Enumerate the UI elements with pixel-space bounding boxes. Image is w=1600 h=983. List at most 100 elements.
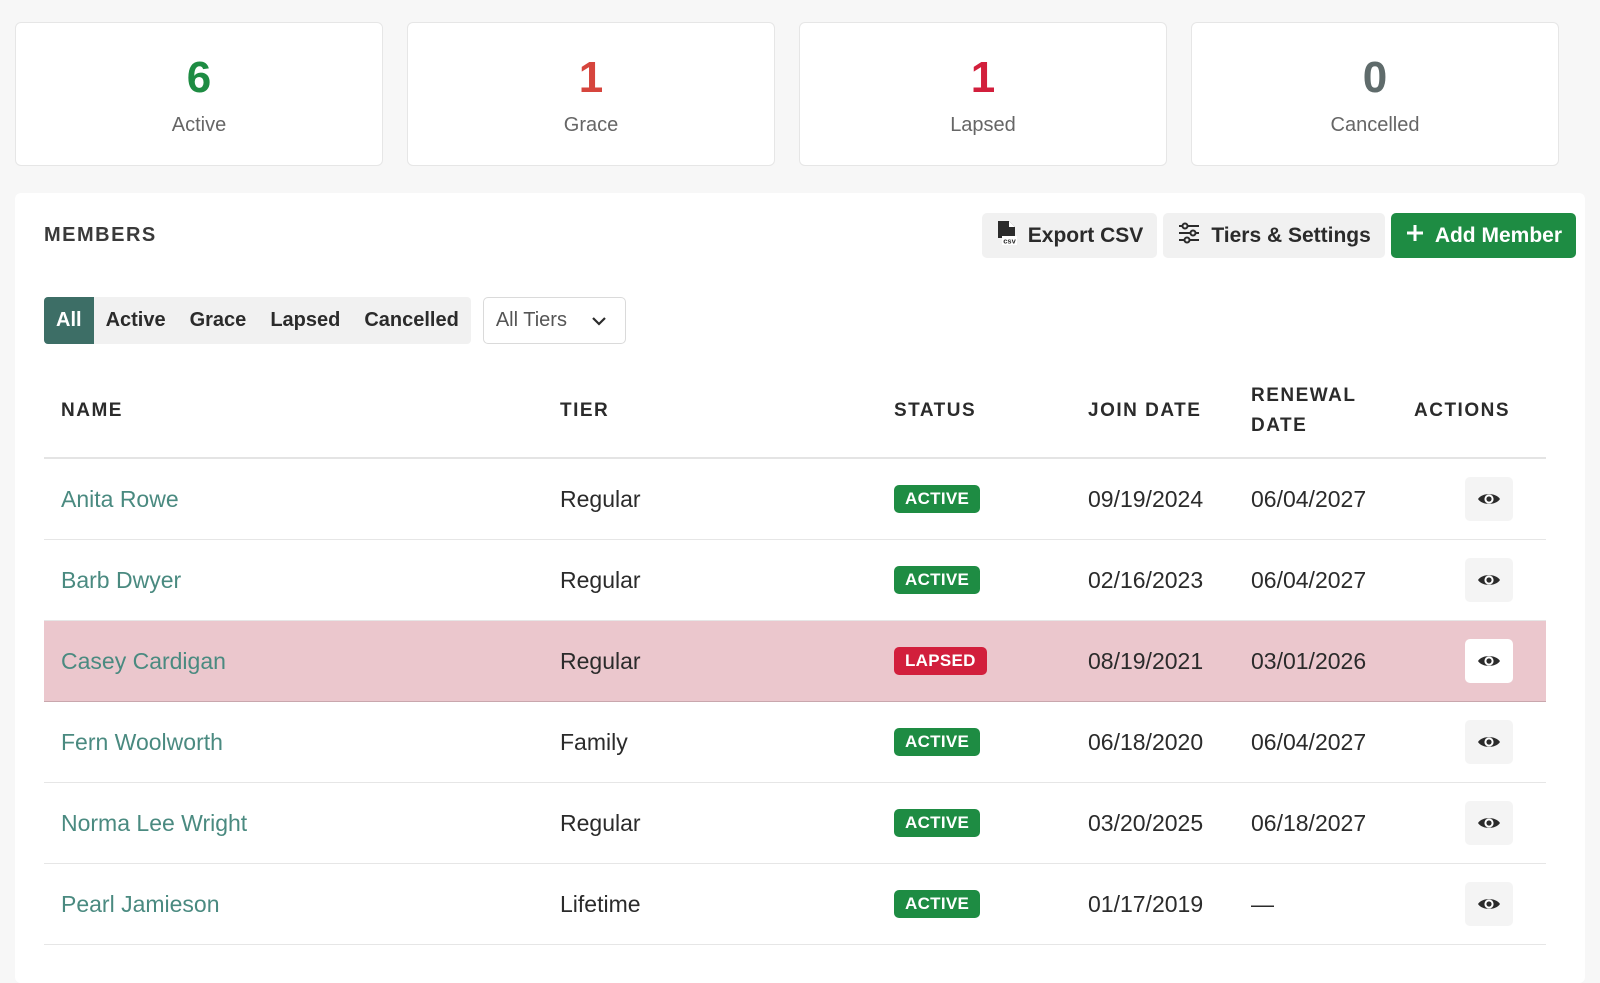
actions-cell — [1465, 783, 1513, 863]
member-tier: Lifetime — [560, 890, 641, 917]
panel-title: MEMBERS — [44, 224, 157, 246]
svg-text:csv: csv — [1003, 236, 1016, 245]
col-join-date[interactable]: JOIN DATE — [1088, 363, 1201, 459]
member-name-link[interactable]: Casey Cardigan — [61, 621, 226, 701]
tier-select-value: All Tiers — [495, 309, 567, 331]
stat-value-cancelled: 0 — [1362, 52, 1388, 102]
stat-label-cancelled: Cancelled — [1330, 113, 1420, 136]
renewal-date: 06/18/2027 — [1251, 809, 1367, 836]
status-badge: ACTIVE — [894, 728, 981, 756]
stat-label-active: Active — [171, 113, 227, 136]
tiers-settings-label: Tiers & Settings — [1211, 223, 1371, 247]
tab-all[interactable]: All — [44, 297, 94, 344]
tab-cancelled[interactable]: Cancelled — [352, 297, 470, 344]
table-body: Anita Rowe Regular ACTIVE 09/19/2024 06/… — [44, 459, 1546, 945]
col-status[interactable]: STATUS — [894, 363, 976, 459]
eye-icon — [1477, 567, 1501, 594]
panel-header: MEMBERS csv Export CSV Tiers & Settings … — [44, 213, 1576, 258]
members-table: NAME TIER STATUS JOIN DATE RENEWAL DATE … — [44, 363, 1546, 945]
join-date: 08/19/2021 — [1088, 647, 1204, 674]
tiers-settings-button[interactable]: Tiers & Settings — [1163, 213, 1385, 258]
table-row[interactable]: Fern Woolworth Family ACTIVE 06/18/2020 … — [44, 702, 1546, 783]
eye-icon — [1477, 729, 1501, 756]
member-tier: Regular — [560, 809, 641, 836]
table-header: NAME TIER STATUS JOIN DATE RENEWAL DATE … — [44, 363, 1546, 459]
member-name-link[interactable]: Anita Rowe — [61, 459, 179, 539]
col-tier[interactable]: TIER — [560, 363, 609, 459]
stat-label-grace: Grace — [563, 113, 619, 136]
view-member-button[interactable] — [1465, 639, 1513, 683]
actions-cell — [1465, 459, 1513, 539]
join-date: 02/16/2023 — [1088, 566, 1204, 593]
member-tier: Regular — [560, 485, 641, 512]
view-member-button[interactable] — [1465, 477, 1513, 521]
status-cell: ACTIVE — [894, 702, 981, 782]
status-cell: ACTIVE — [894, 864, 981, 944]
eye-icon — [1477, 810, 1501, 837]
member-name-link[interactable]: Norma Lee Wright — [61, 783, 247, 863]
col-renewal-date[interactable]: RENEWAL DATE — [1251, 363, 1371, 459]
header-actions: csv Export CSV Tiers & Settings Add Memb… — [981, 213, 1576, 258]
status-badge: LAPSED — [894, 647, 987, 675]
view-member-button[interactable] — [1465, 720, 1513, 764]
export-csv-label: Export CSV — [1027, 223, 1144, 247]
table-row[interactable]: Norma Lee Wright Regular ACTIVE 03/20/20… — [44, 783, 1546, 864]
tab-lapsed[interactable]: Lapsed — [258, 297, 352, 344]
add-member-button[interactable]: Add Member — [1390, 213, 1576, 258]
stat-value-lapsed: 1 — [970, 52, 996, 102]
col-name[interactable]: NAME — [61, 363, 123, 459]
member-name-link[interactable]: Barb Dwyer — [61, 540, 181, 620]
join-date: 03/20/2025 — [1088, 809, 1204, 836]
status-badge: ACTIVE — [894, 566, 981, 594]
csv-file-icon: csv — [996, 220, 1018, 252]
status-cell: ACTIVE — [894, 783, 981, 863]
eye-icon — [1477, 648, 1501, 675]
view-member-button[interactable] — [1465, 558, 1513, 602]
renewal-date: 06/04/2027 — [1251, 728, 1367, 755]
stat-card-active: 6 Active — [15, 22, 383, 166]
table-row[interactable]: Casey Cardigan Regular LAPSED 08/19/2021… — [44, 621, 1546, 702]
actions-cell — [1465, 864, 1513, 944]
add-member-label: Add Member — [1434, 223, 1562, 247]
join-date: 06/18/2020 — [1088, 728, 1204, 755]
tab-grace[interactable]: Grace — [178, 297, 259, 344]
table-row[interactable]: Barb Dwyer Regular ACTIVE 02/16/2023 06/… — [44, 540, 1546, 621]
chevron-down-icon — [591, 309, 607, 332]
status-badge: ACTIVE — [894, 890, 981, 918]
stat-card-grace: 1 Grace — [407, 22, 775, 166]
filters-bar: All Active Grace Lapsed Cancelled All Ti… — [44, 297, 626, 344]
table-row[interactable]: Anita Rowe Regular ACTIVE 09/19/2024 06/… — [44, 459, 1546, 540]
renewal-date: 03/01/2026 — [1251, 647, 1367, 674]
stat-label-lapsed: Lapsed — [950, 113, 1016, 136]
member-tier: Regular — [560, 647, 641, 674]
actions-cell — [1465, 621, 1513, 701]
tab-active[interactable]: Active — [94, 297, 178, 344]
status-cell: LAPSED — [894, 621, 987, 701]
status-cell: ACTIVE — [894, 540, 981, 620]
tier-select[interactable]: All Tiers — [482, 297, 626, 344]
status-cell: ACTIVE — [894, 459, 981, 539]
table-row[interactable]: Pearl Jamieson Lifetime ACTIVE 01/17/201… — [44, 864, 1546, 945]
view-member-button[interactable] — [1465, 801, 1513, 845]
member-name-link[interactable]: Pearl Jamieson — [61, 864, 220, 944]
renewal-date: 06/04/2027 — [1251, 566, 1367, 593]
eye-icon — [1477, 891, 1501, 918]
actions-cell — [1465, 702, 1513, 782]
actions-cell — [1465, 540, 1513, 620]
stats-row: 6 Active 1 Grace 1 Lapsed 0 Cancelled — [15, 22, 1559, 166]
join-date: 01/17/2019 — [1088, 890, 1204, 917]
status-filter-tabs: All Active Grace Lapsed Cancelled — [44, 297, 471, 344]
stat-card-lapsed: 1 Lapsed — [799, 22, 1167, 166]
col-actions: ACTIONS — [1414, 400, 1510, 421]
stat-value-grace: 1 — [578, 52, 604, 102]
plus-icon — [1405, 223, 1425, 249]
join-date: 09/19/2024 — [1088, 485, 1204, 512]
status-badge: ACTIVE — [894, 809, 981, 837]
view-member-button[interactable] — [1465, 882, 1513, 926]
members-panel: MEMBERS csv Export CSV Tiers & Settings … — [15, 193, 1585, 983]
eye-icon — [1477, 486, 1501, 513]
member-name-link[interactable]: Fern Woolworth — [61, 702, 223, 782]
stat-value-active: 6 — [186, 52, 212, 102]
member-tier: Family — [560, 728, 628, 755]
export-csv-button[interactable]: csv Export CSV — [981, 213, 1158, 258]
